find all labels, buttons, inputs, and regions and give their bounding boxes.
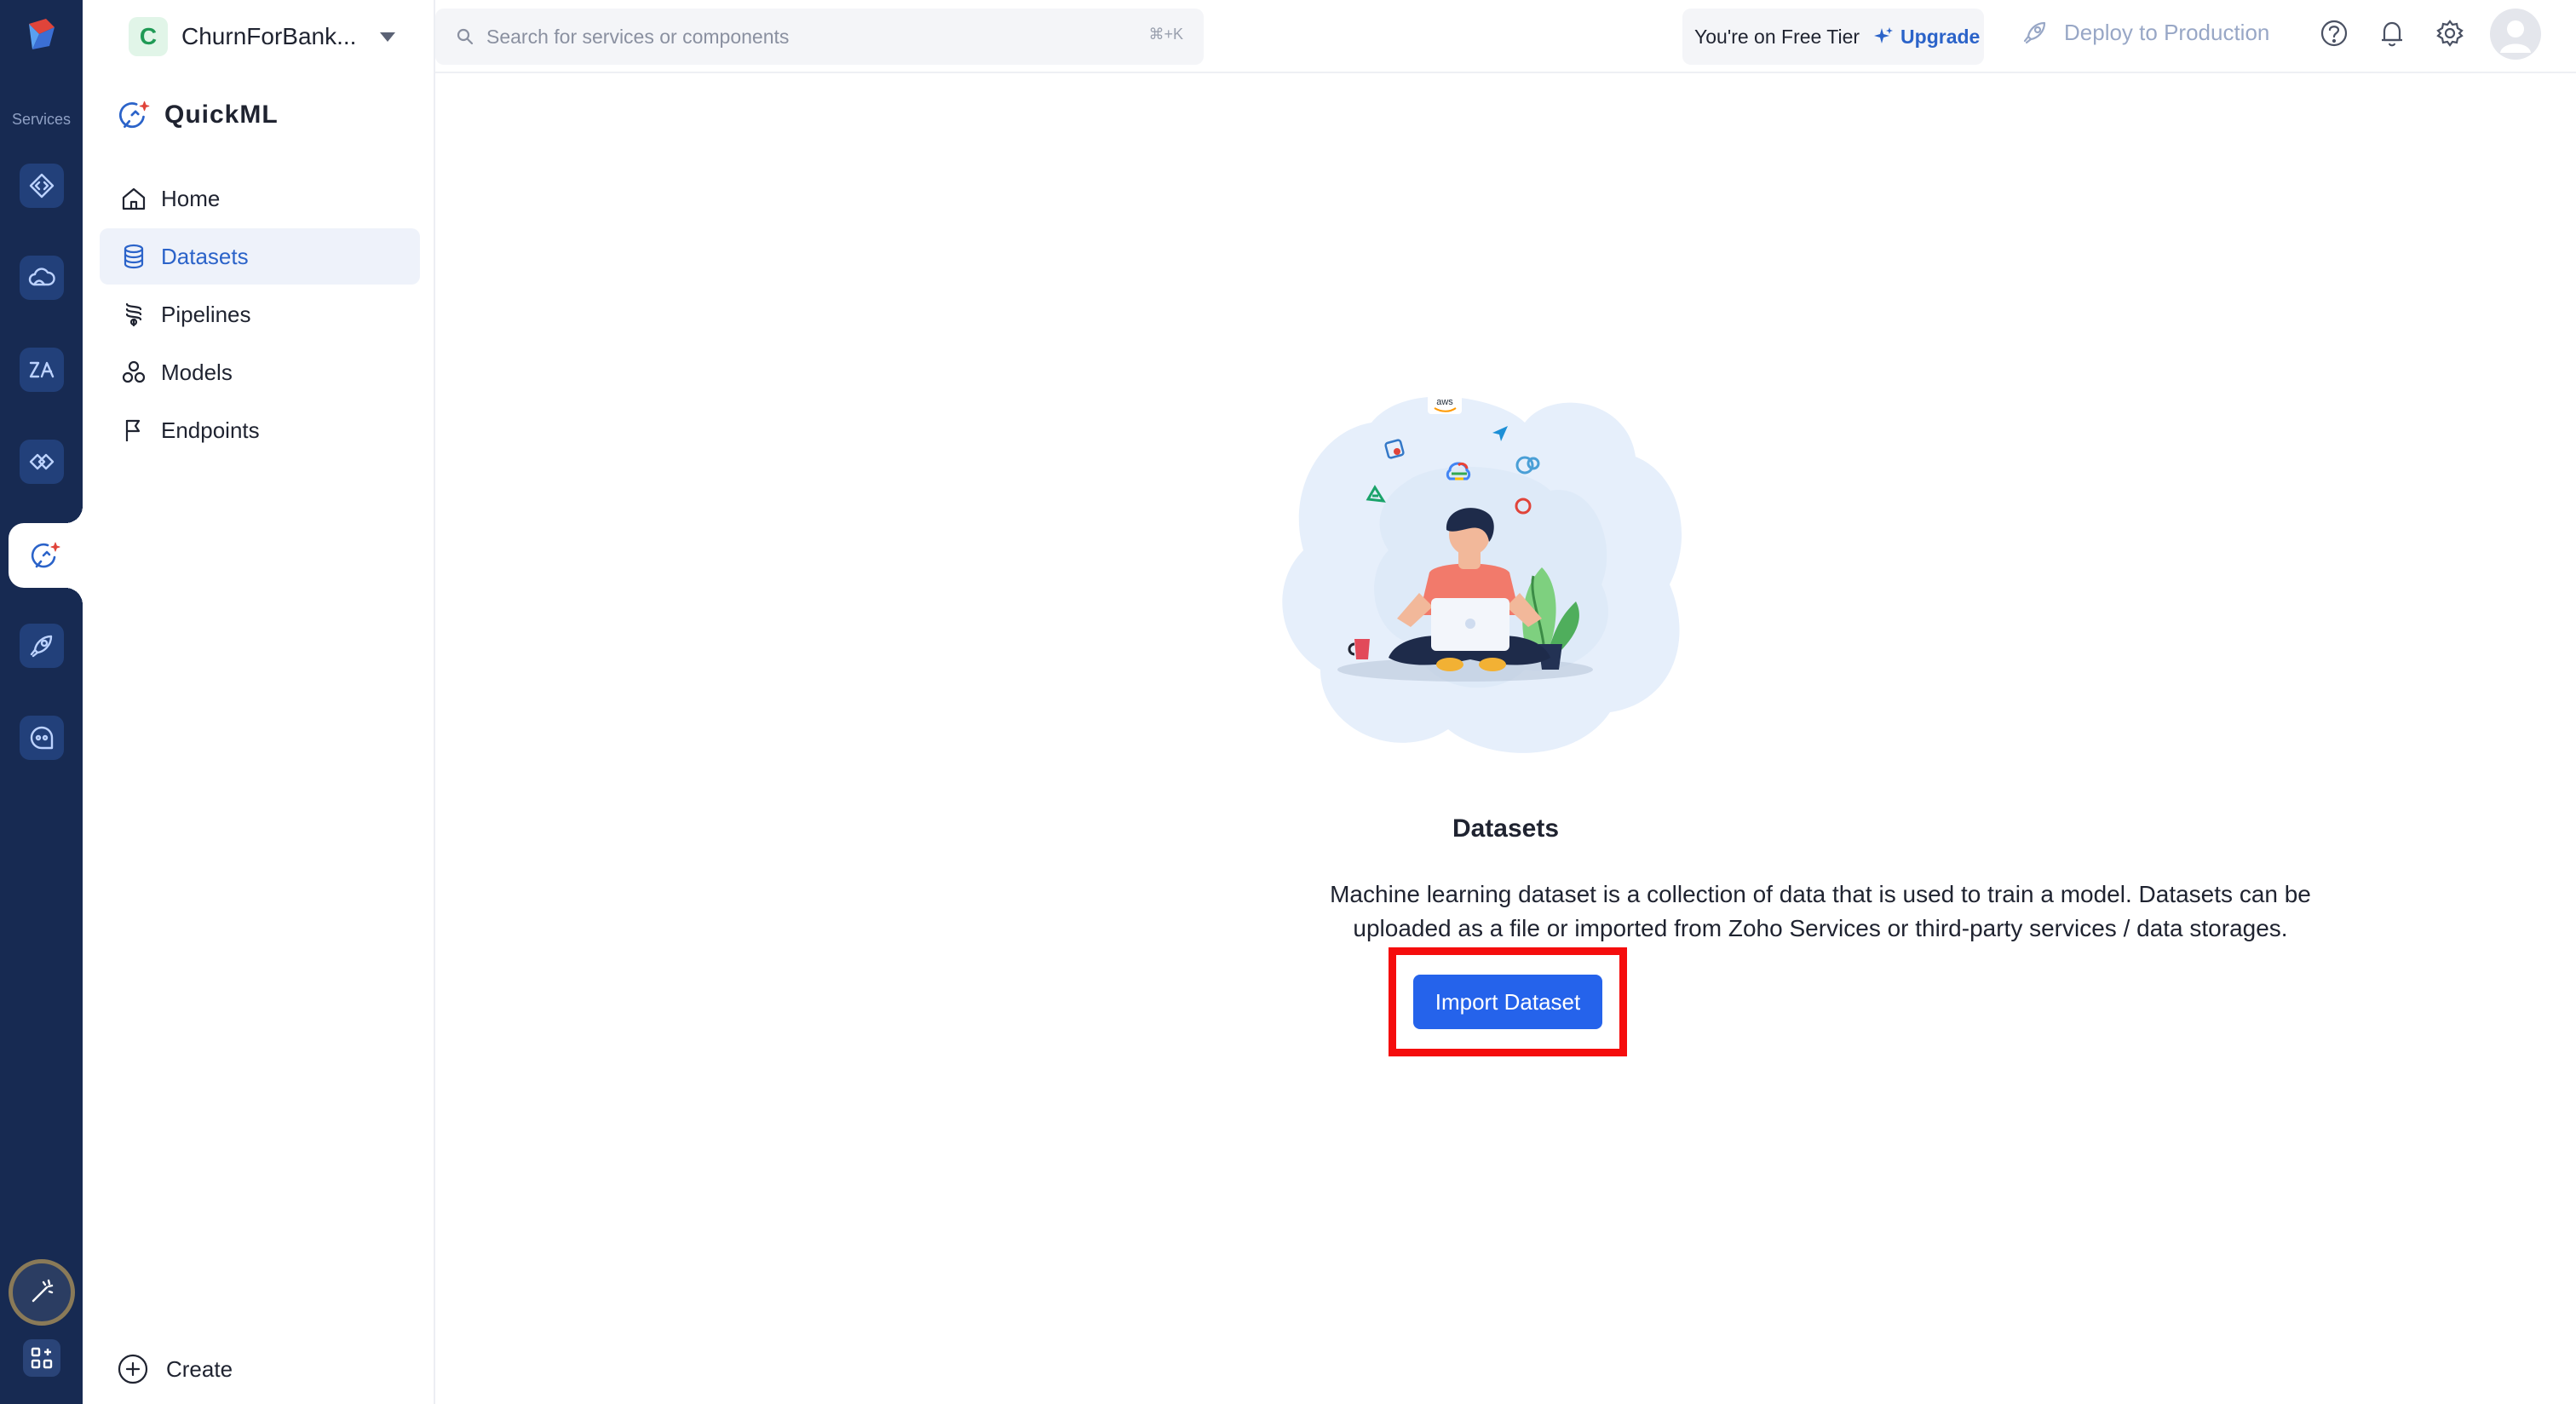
caret-down-icon	[380, 32, 396, 42]
search-placeholder: Search for services or components	[486, 25, 790, 48]
flag-icon	[125, 419, 141, 441]
catalyst-logo-icon[interactable]	[20, 15, 63, 58]
tier-text: You're on Free Tier	[1694, 25, 1860, 48]
sidebar-item-label: Endpoints	[161, 417, 260, 443]
settings-icon[interactable]	[2434, 17, 2466, 49]
project-switcher[interactable]: C ChurnForBank...	[129, 17, 396, 56]
services-label: Services	[11, 111, 72, 128]
rail-item-cloud[interactable]	[20, 256, 64, 300]
database-icon	[124, 244, 144, 269]
user-avatar[interactable]	[2490, 9, 2541, 60]
aws-text: aws	[1436, 397, 1453, 407]
home-icon	[122, 187, 146, 210]
rail-item-magic[interactable]	[9, 1259, 75, 1326]
upgrade-label: Upgrade	[1900, 25, 1981, 48]
cloud-icon	[28, 268, 55, 286]
search-icon	[457, 28, 474, 45]
models-icon	[122, 360, 146, 383]
chatbot-icon	[30, 726, 54, 750]
deploy-button[interactable]: Deploy to Production	[2021, 19, 2269, 46]
sidebar-item-home[interactable]: Home	[100, 170, 420, 227]
search-shortcut: ⌘+K	[1148, 26, 1183, 43]
apps-grid-icon	[31, 1347, 53, 1369]
quickml-logo-icon	[119, 101, 150, 129]
sidebar-item-models[interactable]: Models	[100, 344, 420, 400]
user-silhouette-icon	[2500, 20, 2531, 53]
import-dataset-button[interactable]: Import Dataset	[1413, 975, 1602, 1029]
rail-item-code[interactable]	[20, 164, 64, 208]
top-bar: Search for services or components ⌘+K Yo…	[435, 0, 2576, 73]
main-content: aws Datasets Machine learning dataset is…	[435, 73, 2576, 1404]
quickml-icon	[31, 542, 60, 568]
free-tier-banner: You're on Free Tier Upgrade	[1682, 9, 1984, 65]
upgrade-link[interactable]: Upgrade	[1873, 26, 1980, 49]
sidebar-item-label: Pipelines	[161, 301, 251, 327]
sidebar-item-label: Models	[161, 359, 233, 385]
rail-item-integration[interactable]	[20, 440, 64, 484]
sidebar-item-endpoints[interactable]: Endpoints	[100, 402, 420, 458]
service-title: QuickML	[164, 101, 279, 129]
plus-circle-icon	[118, 1354, 148, 1384]
sidebar-item-pipelines[interactable]: Pipelines	[100, 286, 420, 342]
magic-wand-icon	[32, 1279, 54, 1303]
bell-icon[interactable]	[2376, 17, 2408, 49]
zia-icon	[29, 361, 55, 378]
sidebar-item-label: Datasets	[161, 243, 249, 269]
deploy-label: Deploy to Production	[2064, 19, 2270, 45]
rail-item-quickml[interactable]	[9, 506, 83, 605]
quickml-sidebar: C ChurnForBank... QuickML Home Datasets	[83, 0, 435, 1404]
project-name: ChurnForBank...	[181, 23, 357, 49]
sparkle-icon	[1874, 27, 1894, 43]
service-header: QuickML	[117, 97, 279, 133]
create-button[interactable]: Create	[117, 1353, 233, 1385]
page-description: Machine learning dataset is a collection…	[1330, 881, 2311, 941]
rocket-icon	[2023, 21, 2046, 44]
empty-state-illustration: aws	[1282, 392, 1682, 753]
highlight-box: Import Dataset	[1389, 947, 1627, 1056]
rail-item-apps[interactable]	[23, 1339, 60, 1377]
page-title: Datasets	[1452, 814, 1560, 843]
sidebar-item-datasets[interactable]: Datasets	[100, 228, 420, 285]
sidebar-nav: Home Datasets Pipelines Models Endpoints	[100, 170, 420, 460]
integration-icon	[29, 453, 55, 470]
project-initial-badge: C	[129, 17, 168, 56]
rocket-icon	[30, 635, 53, 658]
pipeline-icon	[125, 302, 142, 327]
rail-item-zia[interactable]	[20, 348, 64, 392]
sidebar-item-label: Home	[161, 185, 221, 211]
help-icon[interactable]	[2318, 17, 2350, 49]
rail-item-chatbot[interactable]	[20, 716, 64, 760]
search-input[interactable]: Search for services or components ⌘+K	[435, 9, 1204, 65]
service-rail: Services	[0, 0, 83, 1404]
rail-item-rocket[interactable]	[20, 624, 64, 668]
create-label: Create	[166, 1355, 233, 1382]
code-icon	[29, 173, 55, 199]
